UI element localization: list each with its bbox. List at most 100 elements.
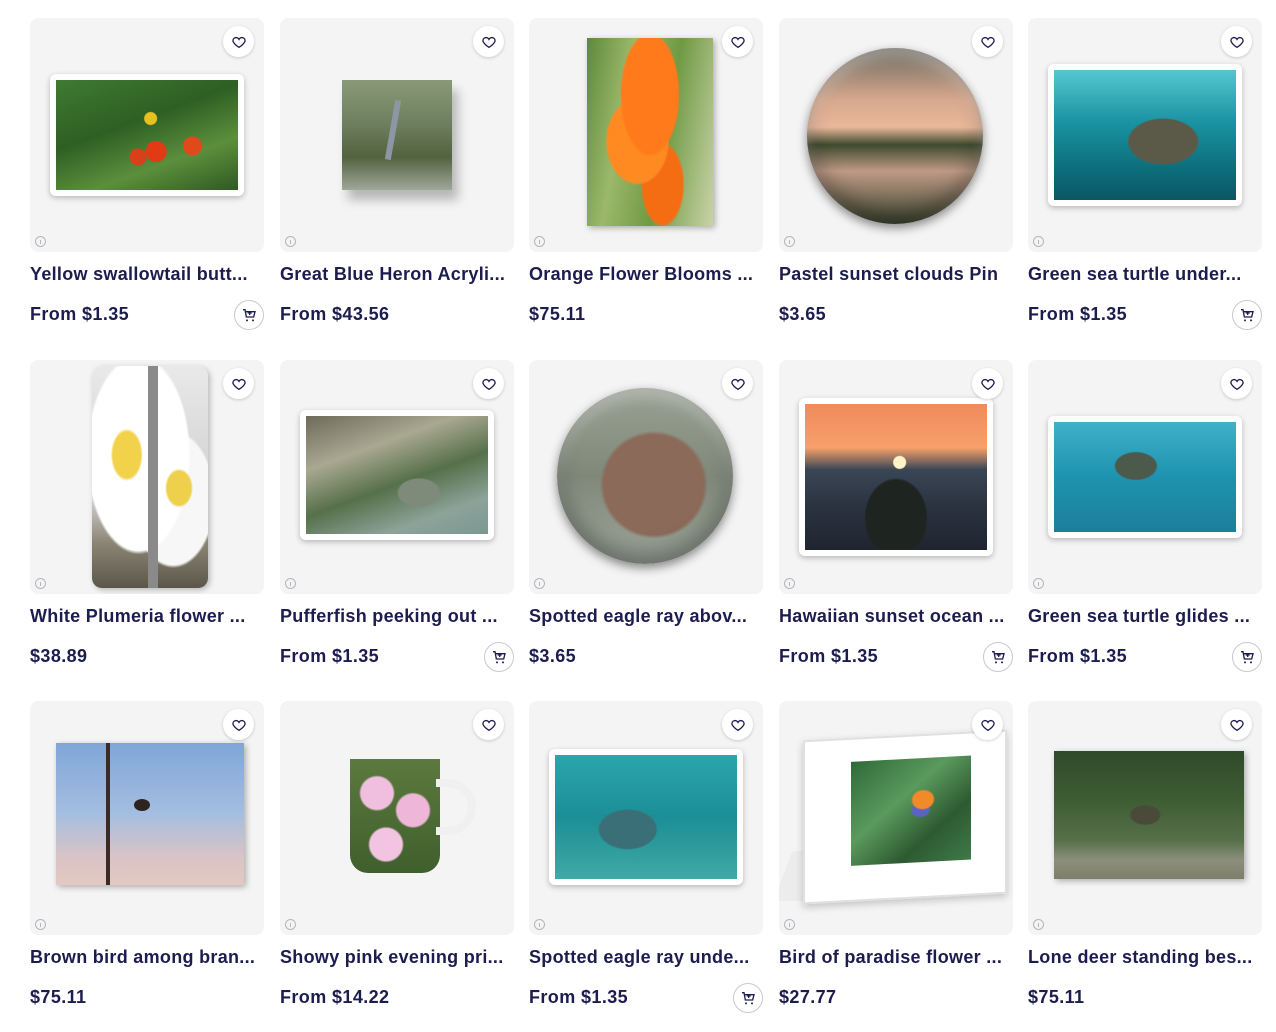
product-title[interactable]: Pastel sunset clouds Pin [779, 262, 1009, 286]
product-title[interactable]: Spotted eagle ray abov... [529, 604, 759, 628]
info-icon[interactable] [534, 578, 545, 589]
product-title[interactable]: Great Blue Heron Acryli... [280, 262, 510, 286]
favorite-button[interactable] [1221, 26, 1252, 57]
product-image[interactable] [529, 701, 763, 935]
heart-icon [1229, 719, 1244, 731]
product-price: From $43.56 [280, 304, 390, 324]
product-price: $38.89 [30, 646, 88, 666]
product-title[interactable]: Bird of paradise flower ... [779, 945, 1009, 969]
info-icon[interactable] [1033, 919, 1044, 930]
info-icon[interactable] [1033, 578, 1044, 589]
info-icon[interactable] [534, 236, 545, 247]
favorite-button[interactable] [473, 368, 504, 399]
product-image[interactable] [30, 360, 264, 594]
product-card[interactable]: White Plumeria flower ... $38.89 [30, 360, 264, 680]
product-price: From $1.35 [1028, 304, 1128, 324]
product-card[interactable]: Bird of paradise flower ... $27.77 [779, 701, 1013, 1021]
add-to-cart-button[interactable] [234, 300, 264, 330]
product-title[interactable]: White Plumeria flower ... [30, 604, 260, 628]
favorite-button[interactable] [722, 368, 753, 399]
product-grid: Yellow swallowtail butt... From $1.35 Gr… [0, 0, 1276, 1032]
product-image[interactable] [280, 360, 514, 594]
info-icon[interactable] [784, 236, 795, 247]
favorite-button[interactable] [223, 26, 254, 57]
add-to-cart-button[interactable] [983, 642, 1013, 672]
product-card[interactable]: Pastel sunset clouds Pin $3.65 [779, 18, 1013, 338]
favorite-button[interactable] [473, 26, 504, 57]
info-icon[interactable] [1033, 236, 1044, 247]
product-title[interactable]: Brown bird among bran... [30, 945, 260, 969]
info-icon[interactable] [35, 919, 46, 930]
product-card[interactable]: Spotted eagle ray unde... From $1.35 [529, 701, 763, 1021]
product-title[interactable]: Orange Flower Blooms ... [529, 262, 759, 286]
product-image[interactable] [779, 701, 1013, 935]
heart-icon [231, 36, 246, 48]
info-icon[interactable] [534, 919, 545, 930]
cart-plus-icon [992, 651, 1005, 664]
favorite-button[interactable] [972, 368, 1003, 399]
cart-plus-icon [493, 651, 506, 664]
cart-plus-icon [1241, 651, 1254, 664]
favorite-button[interactable] [1221, 709, 1252, 740]
product-title[interactable]: Green sea turtle glides ... [1028, 604, 1258, 628]
product-card[interactable]: Yellow swallowtail butt... From $1.35 [30, 18, 264, 338]
heart-icon [730, 36, 745, 48]
heart-icon [1229, 378, 1244, 390]
product-image[interactable] [1028, 701, 1262, 935]
product-card[interactable]: Green sea turtle under... From $1.35 [1028, 18, 1262, 338]
info-icon[interactable] [285, 578, 296, 589]
product-image[interactable] [280, 701, 514, 935]
product-image[interactable] [1028, 18, 1262, 252]
product-image[interactable] [280, 18, 514, 252]
info-icon[interactable] [285, 236, 296, 247]
product-card[interactable]: Green sea turtle glides ... From $1.35 [1028, 360, 1262, 680]
product-image[interactable] [779, 360, 1013, 594]
product-image[interactable] [30, 701, 264, 935]
add-to-cart-button[interactable] [484, 642, 514, 672]
favorite-button[interactable] [223, 709, 254, 740]
product-title[interactable]: Lone deer standing bes... [1028, 945, 1258, 969]
product-card[interactable]: Spotted eagle ray abov... $3.65 [529, 360, 763, 680]
info-icon[interactable] [35, 578, 46, 589]
add-to-cart-button[interactable] [1232, 300, 1262, 330]
product-image[interactable] [779, 18, 1013, 252]
product-card[interactable]: Brown bird among bran... $75.11 [30, 701, 264, 1021]
favorite-button[interactable] [473, 709, 504, 740]
product-title[interactable]: Showy pink evening pri... [280, 945, 510, 969]
product-card[interactable]: Great Blue Heron Acryli... From $43.56 [280, 18, 514, 338]
info-icon[interactable] [784, 578, 795, 589]
info-icon[interactable] [784, 919, 795, 930]
info-icon[interactable] [285, 919, 296, 930]
favorite-button[interactable] [722, 709, 753, 740]
cart-plus-icon [243, 309, 256, 322]
product-price: $27.77 [779, 987, 837, 1007]
info-icon[interactable] [35, 236, 46, 247]
product-image[interactable] [529, 360, 763, 594]
product-title[interactable]: Yellow swallowtail butt... [30, 262, 260, 286]
product-card[interactable]: Hawaiian sunset ocean ... From $1.35 [779, 360, 1013, 680]
product-title[interactable]: Pufferfish peeking out ... [280, 604, 510, 628]
favorite-button[interactable] [1221, 368, 1252, 399]
favorite-button[interactable] [972, 26, 1003, 57]
favorite-button[interactable] [722, 26, 753, 57]
product-card[interactable]: Lone deer standing bes... $75.11 [1028, 701, 1262, 1021]
product-image[interactable] [529, 18, 763, 252]
product-card[interactable]: Pufferfish peeking out ... From $1.35 [280, 360, 514, 680]
product-title[interactable]: Green sea turtle under... [1028, 262, 1258, 286]
add-to-cart-button[interactable] [733, 983, 763, 1013]
favorite-button[interactable] [223, 368, 254, 399]
cart-plus-icon [742, 992, 755, 1005]
product-image[interactable] [30, 18, 264, 252]
heart-icon [980, 36, 995, 48]
product-price: From $14.22 [280, 987, 390, 1007]
product-price: $75.11 [30, 987, 87, 1007]
add-to-cart-button[interactable] [1232, 642, 1262, 672]
heart-icon [980, 719, 995, 731]
product-title[interactable]: Spotted eagle ray unde... [529, 945, 759, 969]
product-image[interactable] [1028, 360, 1262, 594]
heart-icon [481, 378, 496, 390]
product-title[interactable]: Hawaiian sunset ocean ... [779, 604, 1009, 628]
favorite-button[interactable] [972, 709, 1003, 740]
product-card[interactable]: Orange Flower Blooms ... $75.11 [529, 18, 763, 338]
product-card[interactable]: Showy pink evening pri... From $14.22 [280, 701, 514, 1021]
